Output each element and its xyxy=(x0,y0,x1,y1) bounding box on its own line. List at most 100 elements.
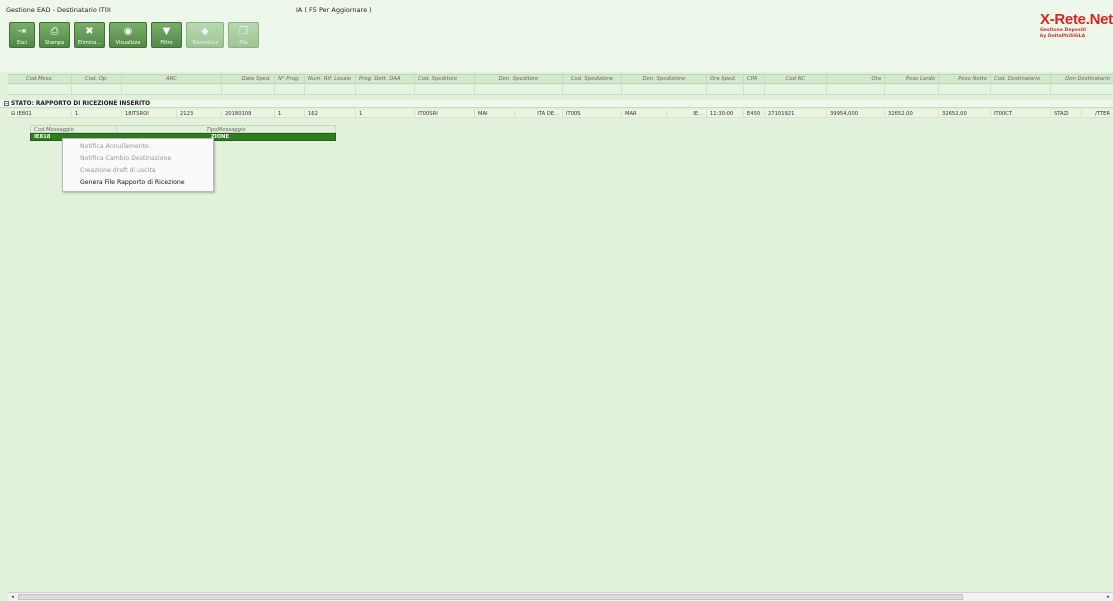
cell-den-spedizione-a: MAR xyxy=(622,110,667,117)
cell-cod-op: 1 xyxy=(72,110,122,117)
filter-cell[interactable] xyxy=(991,85,1051,94)
filter-icon: ▼ xyxy=(162,26,171,37)
column-header-den-destinatario[interactable]: Den Destinatario xyxy=(1051,75,1113,83)
cell-den-spedizione-b: IE... xyxy=(667,110,707,117)
detail-header: Cod.Messaggio TipoMessaggio xyxy=(30,125,336,133)
filter-cell[interactable] xyxy=(827,85,885,94)
detail-column-header-cod-messaggio[interactable]: Cod.Messaggio xyxy=(31,126,117,132)
filter-cell[interactable] xyxy=(765,85,827,94)
column-header-ora-sped[interactable]: Ora Sped. xyxy=(707,75,744,83)
filter-cell[interactable] xyxy=(939,85,991,94)
telematic-button[interactable]: ◆ Telematico xyxy=(186,22,224,48)
context-menu: Notifica Annullamento Notifica Cambio De… xyxy=(62,138,214,192)
trash-icon: ✖ xyxy=(85,26,94,37)
filter-button[interactable]: ▼ Filtro xyxy=(151,22,182,48)
menu-item-notifica-cambio-destinazione[interactable]: Notifica Cambio Destinazione xyxy=(63,153,213,165)
exit-button-label: Esci xyxy=(17,40,27,46)
column-header-qta[interactable]: Qta xyxy=(827,75,885,83)
filter-row[interactable] xyxy=(8,85,1113,95)
exit-button[interactable]: ⇥ Esci xyxy=(9,22,35,48)
view-button[interactable]: ◉ Visualizza xyxy=(109,22,147,48)
column-header-cod-destinatario[interactable]: Cod. Destinatario xyxy=(991,75,1051,83)
delete-button-label: Elimina... xyxy=(77,40,102,46)
column-header-n-prog[interactable]: N° Prog. xyxy=(275,75,305,83)
table-row[interactable]: ⊟ IE801 1 18ITSROI 2123 20180109 1 162 1… xyxy=(8,110,1113,118)
cell-cod-mess-value: IE801 xyxy=(17,111,32,117)
menu-item-creazione-draft-uscita[interactable]: Creazione draft di uscita xyxy=(63,165,213,177)
detail-cell-cod-messaggio: IE818 xyxy=(34,134,51,140)
logo-title: X-Rete.Net xyxy=(1040,11,1113,28)
group-label: STATO: RAPPORTO DI RICEZIONE INSERITO xyxy=(11,101,150,107)
group-row[interactable]: − STATO: RAPPORTO DI RICEZIONE INSERITO xyxy=(0,100,1113,108)
column-header-cod-op[interactable]: Cod. Op. xyxy=(72,75,122,83)
cell-cpa: E450 xyxy=(744,110,765,117)
cell-n-prog: 1 xyxy=(275,110,305,117)
filter-cell[interactable] xyxy=(622,85,707,94)
cell-cod-spedizione: IT00S xyxy=(563,110,622,117)
filter-cell[interactable] xyxy=(275,85,305,94)
menu-item-notifica-annullamento[interactable]: Notifica Annullamento xyxy=(63,141,213,153)
cell-ora-sped: 11:30:00 xyxy=(707,110,744,117)
delete-button[interactable]: ✖ Elimina... xyxy=(74,22,105,48)
printer-icon: ⎙ xyxy=(50,26,59,37)
column-header-den-spedizione[interactable]: Den. Spedizione xyxy=(622,75,707,83)
menu-item-genera-file-rapporto-ricezione[interactable]: Genera File Rapporto di Ricezione xyxy=(63,177,213,189)
column-header-arc[interactable]: ARC xyxy=(122,75,222,83)
column-header-den-speditore[interactable]: Den. Speditore xyxy=(475,75,563,83)
column-header-cod-mess[interactable]: Cod.Mess. xyxy=(8,75,72,83)
cell-num-rif-locale: 162 xyxy=(305,110,356,117)
cell-data-sped: 20180109 xyxy=(222,110,275,117)
column-header-cpa[interactable]: CPA xyxy=(744,75,765,83)
filter-cell[interactable] xyxy=(356,85,415,94)
column-header-peso-netto[interactable]: Peso Netto xyxy=(939,75,991,83)
filter-cell[interactable] xyxy=(885,85,939,94)
cell-arc-suffix: 2123 xyxy=(177,110,222,117)
grid-header: Cod.Mess. Cod. Op. ARC Data Sped. N° Pro… xyxy=(8,74,1113,84)
logo: X-Rete.Net Gestione Depositi by DeltaPhi… xyxy=(1040,11,1113,40)
filter-cell[interactable] xyxy=(1051,85,1113,94)
filter-cell[interactable] xyxy=(72,85,122,94)
filter-cell[interactable] xyxy=(475,85,563,94)
view-icon: ◉ xyxy=(123,26,133,37)
cell-prog-dett-daa: 1 xyxy=(356,110,415,117)
cell-peso-lordo: 32652,00 xyxy=(885,110,939,117)
collapse-icon[interactable]: − xyxy=(4,101,9,106)
horizontal-scrollbar[interactable]: ◂ ▸ xyxy=(8,592,1113,601)
scroll-left-icon[interactable]: ◂ xyxy=(8,593,17,601)
cell-cod-mess: ⊟ IE801 xyxy=(8,110,72,117)
column-header-peso-lordo[interactable]: Peso Lordo xyxy=(885,75,939,83)
cell-qta: 39954,000 xyxy=(827,110,885,117)
filter-cell[interactable] xyxy=(707,85,744,94)
filter-cell[interactable] xyxy=(122,85,222,94)
filter-cell[interactable] xyxy=(222,85,275,94)
cell-den-speditore-b: ITA DE... xyxy=(515,110,563,117)
file-button-label: File xyxy=(239,40,248,46)
filter-cell[interactable] xyxy=(744,85,765,94)
logo-byline: by DeltaPhiSIGLA xyxy=(1040,34,1086,39)
exit-icon: ⇥ xyxy=(17,26,27,37)
filter-cell[interactable] xyxy=(563,85,622,94)
cell-cod-speditore: IT00SRI xyxy=(415,110,475,117)
column-header-cod-spedizione[interactable]: Cod. Spedizione xyxy=(563,75,622,83)
cell-den-speditore-a: MAI xyxy=(475,110,515,117)
telematic-button-label: Telematico xyxy=(191,40,219,46)
column-header-data-sped[interactable]: Data Sped. xyxy=(222,75,275,83)
cell-arc-prefix: 18ITSROI xyxy=(122,110,177,117)
top-bar: Gestione EAD - Destinatario IT0I IA ( F5… xyxy=(0,0,1113,72)
cell-cod-nc: 27101921 xyxy=(765,110,827,117)
print-button[interactable]: ⎙ Stampa xyxy=(39,22,70,48)
column-header-num-rif-locale[interactable]: Num. Rif. Locale xyxy=(305,75,356,83)
scroll-right-icon[interactable]: ▸ xyxy=(1104,593,1113,601)
refresh-hint: IA ( F5 Per Aggiornare ) xyxy=(296,6,372,14)
column-header-cod-speditore[interactable]: Cod. Speditore xyxy=(415,75,475,83)
filter-cell[interactable] xyxy=(415,85,475,94)
detail-column-header-tipo-messaggio[interactable]: TipoMessaggio xyxy=(117,126,335,132)
file-button[interactable]: ❐ File xyxy=(228,22,259,48)
column-header-prog-dett-daa[interactable]: Prog. Dett. DAA xyxy=(356,75,415,83)
scroll-thumb[interactable] xyxy=(18,594,963,600)
filter-cell[interactable] xyxy=(305,85,356,94)
filter-cell[interactable] xyxy=(8,85,72,94)
print-button-label: Stampa xyxy=(44,40,65,46)
column-header-cod-nc[interactable]: Cod NC xyxy=(765,75,827,83)
filter-button-label: Filtro xyxy=(160,40,173,46)
